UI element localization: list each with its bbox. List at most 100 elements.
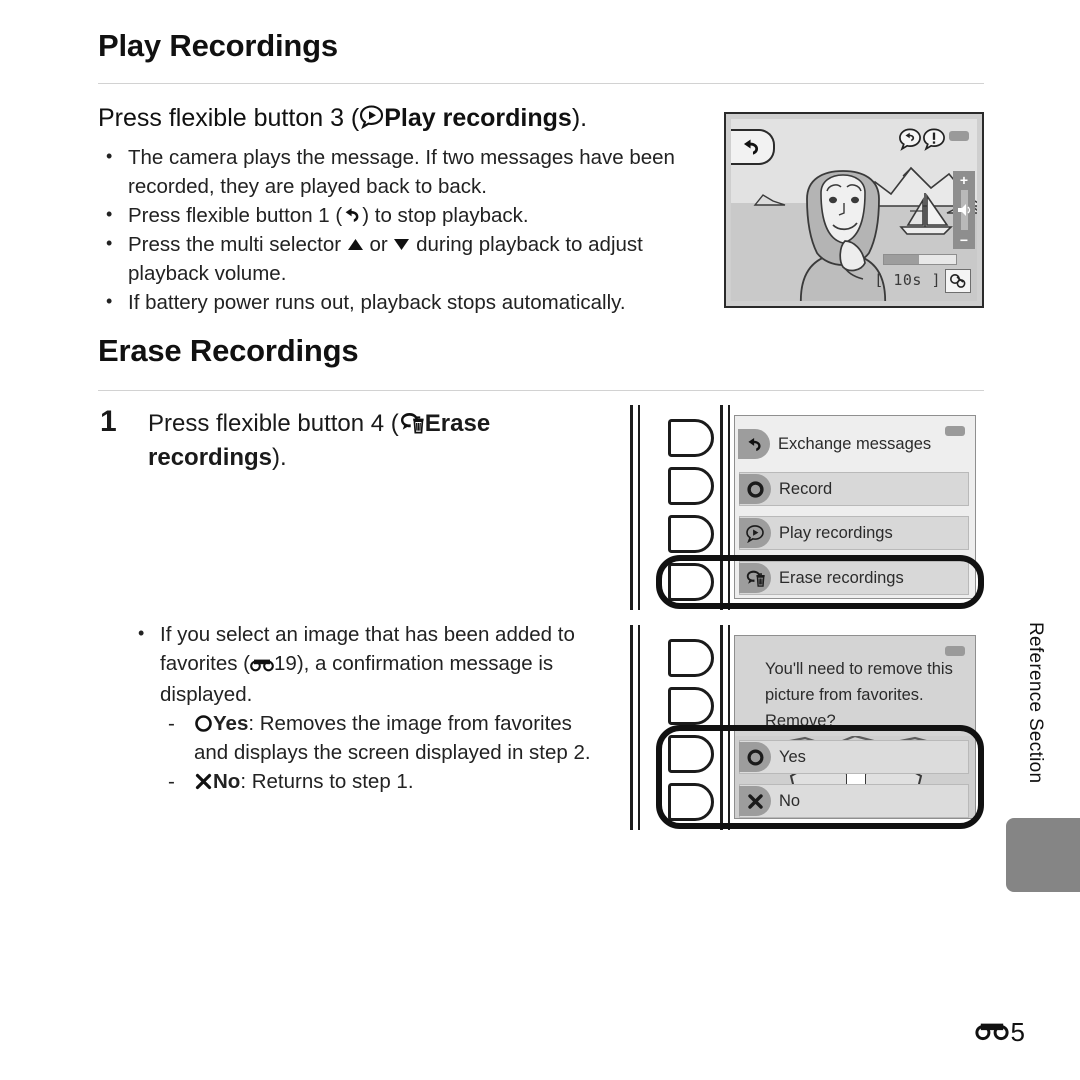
message-line-1: You'll need to remove this	[765, 660, 953, 678]
instruction-suffix: ).	[571, 104, 588, 132]
bullet-item: If you select an image that has been add…	[130, 619, 600, 709]
page-number-value: 5	[1010, 1017, 1025, 1047]
no-description: : Returns to step 1.	[240, 770, 414, 793]
step-number: 1	[100, 405, 117, 438]
bullet-item: If battery power runs out, playback stop…	[98, 287, 698, 317]
playback-timer: [ 10s ]	[874, 271, 941, 289]
page-title-erase-recordings: Erase Recordings	[98, 333, 359, 368]
bullet-text: Press flexible button 1 (	[128, 204, 343, 227]
flexible-button-3[interactable]	[668, 735, 714, 773]
flexible-button-1[interactable]	[668, 639, 714, 677]
flexible-button-3[interactable]	[668, 515, 714, 553]
volume-track[interactable]	[957, 190, 970, 230]
menu-item-play-recordings[interactable]: Play recordings	[739, 516, 969, 550]
camera-body-edge-inner	[638, 405, 640, 610]
volume-slider[interactable]: + −	[953, 171, 975, 249]
remove-from-favorites-illustration: You'll need to remove this picture from …	[628, 625, 984, 830]
step-prefix: Press flexible button 4 (	[148, 410, 399, 437]
bullet-text: Press the multi selector	[128, 233, 347, 256]
bullet-text: If battery power runs out, playback stop…	[128, 291, 626, 314]
camera-body-edge	[630, 625, 633, 830]
E-reference-glyph	[250, 651, 274, 680]
bullet-text: The camera plays the message. If two mes…	[128, 146, 675, 198]
flexible-button-2[interactable]	[668, 467, 714, 505]
record-circle-icon	[739, 474, 771, 504]
menu-item-label: Erase recordings	[779, 568, 904, 587]
up-triangle-icon	[347, 237, 364, 252]
page-title-play-recordings: Play Recordings	[98, 28, 338, 63]
yes-description: : Removes the image from favorites and d…	[194, 712, 591, 764]
playback-progress-bar	[883, 254, 957, 265]
erase-recordings-bullets: If you select an image that has been add…	[130, 619, 600, 796]
yes-label: Yes	[213, 712, 249, 735]
message-line-2: picture from favorites.	[765, 686, 924, 704]
screen-bezel-edge	[720, 625, 723, 830]
back-arrow-icon	[738, 429, 770, 459]
option-label: Yes	[779, 747, 806, 766]
menu-item-label: Exchange messages	[778, 434, 932, 453]
bullet-text: ) to stop playback.	[362, 204, 529, 227]
flexible-button-1[interactable]	[668, 419, 714, 457]
progress-fill	[884, 255, 919, 264]
section-tab-marker	[1006, 818, 1080, 892]
camera-body-edge	[630, 405, 633, 610]
menu-item-label: Play recordings	[779, 523, 893, 542]
menu-item-record[interactable]: Record	[739, 472, 969, 506]
play-recordings-icon	[739, 518, 771, 548]
dash-item-yes: Yes: Removes the image from favorites an…	[160, 709, 600, 767]
side-tab-label: Reference Section	[1025, 622, 1046, 784]
back-arrow-icon	[743, 139, 759, 155]
no-label: No	[213, 770, 241, 793]
yes-circle-icon	[194, 714, 213, 733]
screen-bezel-edge-inner	[728, 625, 730, 830]
bullet-text: or	[363, 233, 394, 256]
page-number: 5	[974, 1017, 1025, 1048]
island-illustration	[753, 194, 786, 206]
step-suffix: ).	[272, 444, 287, 471]
dash-item-no: No: Returns to step 1.	[160, 767, 600, 796]
bullet-item: Press flexible button 1 ( ) to stop play…	[98, 200, 698, 230]
bullet-item: The camera plays the message. If two mes…	[98, 142, 698, 201]
flexible-button-4[interactable]	[668, 783, 714, 821]
option-label: No	[779, 791, 801, 810]
play-recordings-instruction: Press flexible button 3 ( Play recording…	[98, 104, 587, 133]
volume-minus[interactable]: −	[960, 233, 968, 247]
voice-message-menu-illustration: Exchange messages Record Play recordings	[628, 405, 984, 610]
flexible-button-2[interactable]	[668, 687, 714, 725]
confirmation-message: You'll need to remove this picture from …	[765, 656, 953, 734]
confirmation-option-yes[interactable]: Yes	[739, 740, 969, 774]
play-recordings-icon	[359, 104, 384, 129]
bullet-item: Press the multi selector or during playb…	[98, 229, 698, 288]
step-instruction: Press flexible button 4 ( Erase recordin…	[148, 407, 548, 475]
manual-page: Play Recordings Press flexible button 3 …	[0, 0, 1080, 1080]
erase-recordings-icon	[399, 411, 425, 435]
menu-screen: Exchange messages Record Play recordings	[734, 415, 976, 599]
erase-recordings-icon	[739, 563, 771, 593]
menu-item-exchange-messages[interactable]: Exchange messages	[738, 427, 969, 461]
volume-plus[interactable]: +	[960, 173, 968, 187]
no-cross-icon	[739, 786, 771, 816]
message-alert-bubble-icon	[923, 128, 945, 151]
screen-bezel-edge	[720, 405, 723, 610]
camera-body-edge-inner	[638, 625, 640, 830]
back-button-overlay[interactable]	[731, 129, 775, 165]
confirmation-option-no[interactable]: No	[739, 784, 969, 818]
playback-screen-content: + − [ 10s ]	[731, 119, 977, 301]
back-arrow-icon	[342, 205, 362, 225]
instruction-prefix: Press flexible button 3 (	[98, 104, 360, 132]
battery-indicator	[945, 646, 965, 656]
down-triangle-icon	[393, 237, 410, 252]
battery-indicator	[949, 131, 969, 141]
title-divider-1	[98, 83, 984, 84]
instruction-bold: Play recordings	[384, 104, 572, 132]
confirmation-screen: You'll need to remove this picture from …	[734, 635, 976, 819]
speaker-icon	[957, 204, 970, 216]
no-cross-icon	[194, 772, 213, 791]
message-line-3: Remove?	[765, 712, 836, 730]
voice-memo-icon	[945, 269, 971, 293]
menu-item-erase-recordings[interactable]: Erase recordings	[739, 561, 969, 595]
menu-item-label: Record	[779, 479, 833, 498]
title-divider-2	[98, 390, 984, 391]
play-recordings-bullets: The camera plays the message. If two mes…	[98, 142, 698, 317]
flexible-button-4[interactable]	[668, 563, 714, 601]
